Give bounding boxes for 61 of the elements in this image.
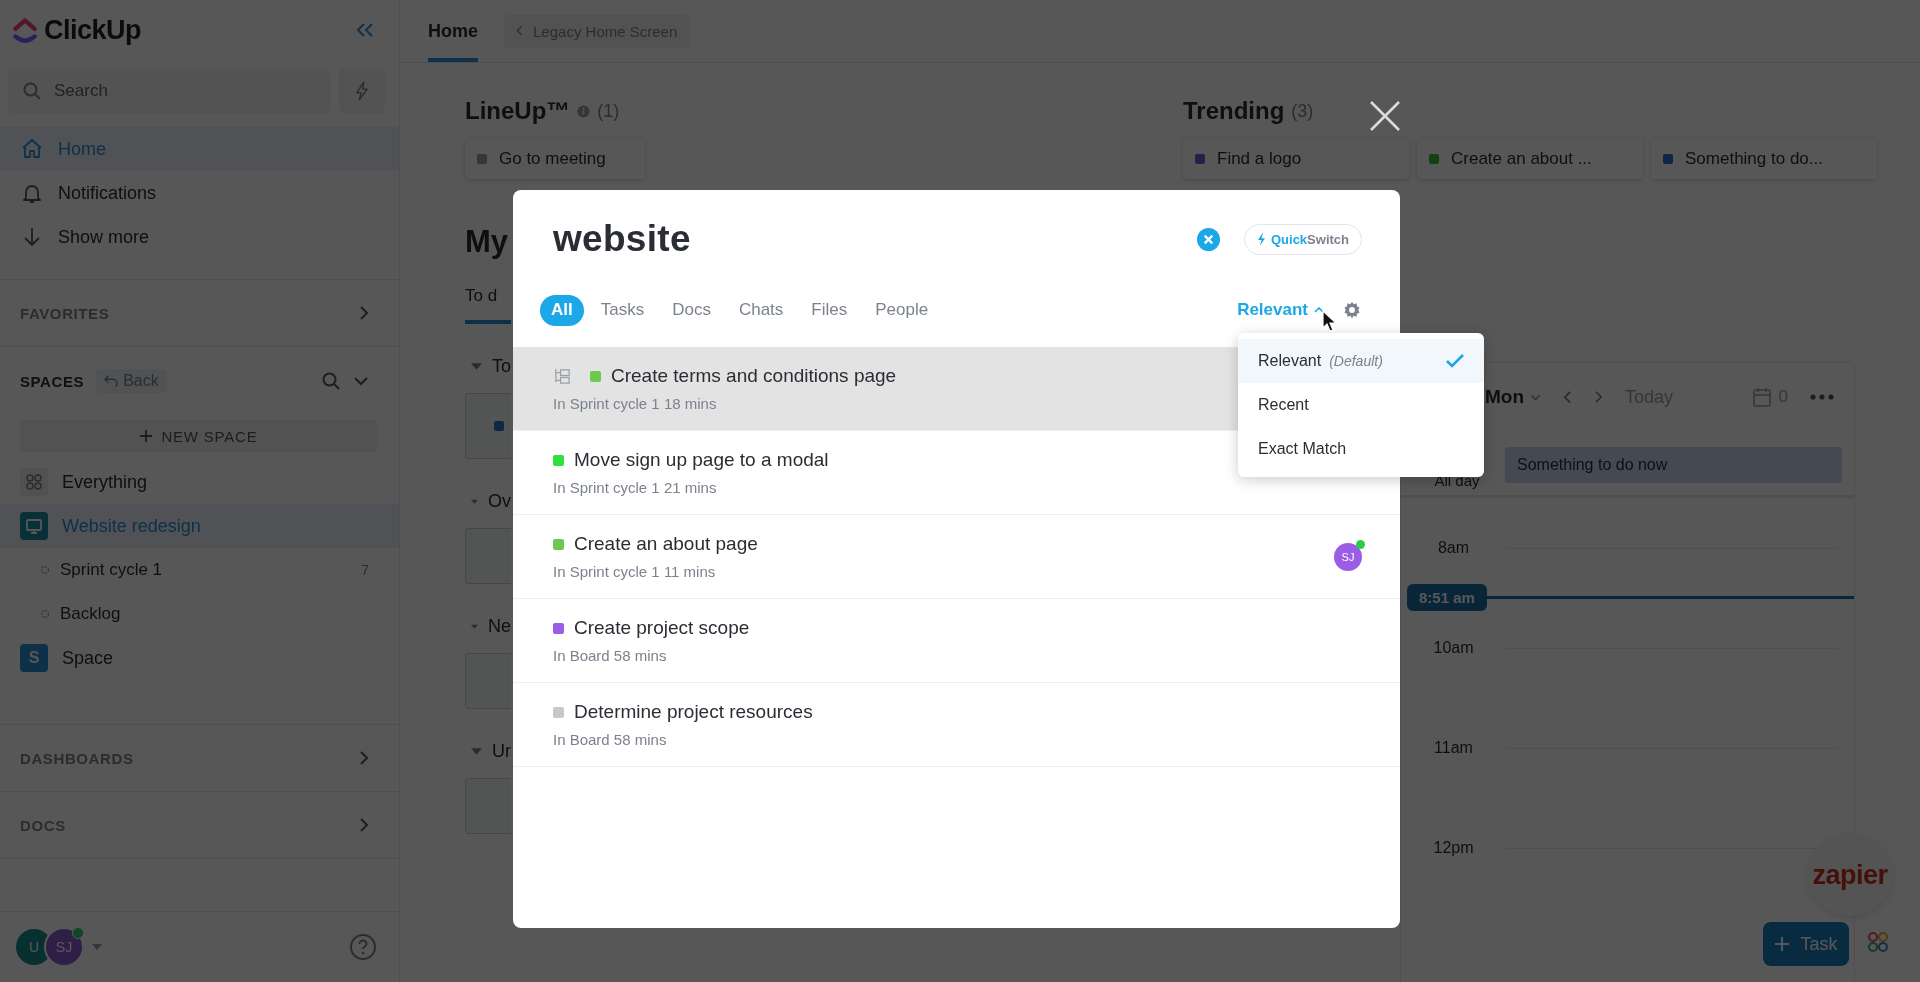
calendar-event[interactable]: Something to do now — [1505, 447, 1842, 483]
hour-label: 12pm — [1432, 839, 1475, 857]
filter-tab[interactable]: Tasks — [589, 294, 656, 326]
task-card[interactable]: Create an about ... — [1417, 139, 1643, 179]
sort-option[interactable]: Relevant (Default) — [1238, 339, 1484, 383]
new-task-button[interactable]: Task — [1763, 922, 1849, 966]
group-title: Ne — [488, 616, 511, 637]
card-title: Go to meeting — [499, 149, 606, 169]
space-item[interactable]: Website redesign — [0, 504, 399, 548]
search-result[interactable]: Create an about page In Sprint cycle 1 11 mins SJ — [513, 515, 1400, 599]
sort-button[interactable]: Relevant — [1237, 300, 1324, 320]
card-title: Something to do... — [1685, 149, 1823, 169]
nav-item[interactable]: Show more — [0, 215, 399, 259]
result-title: Create terms and conditions page — [611, 365, 897, 387]
section-title: SPACES — [20, 372, 85, 390]
space-avatar: S — [20, 644, 48, 672]
todo-tab[interactable]: To d — [465, 286, 511, 306]
result-meta: In Board 58 mins — [553, 647, 667, 664]
task-card[interactable]: Find a logo — [1183, 139, 1409, 179]
result-meta: In Sprint cycle 1 21 mins — [553, 479, 717, 496]
logo-text: ClickUp — [44, 14, 142, 46]
filter-tab[interactable]: Chats — [727, 294, 795, 326]
result-title: Create an about page — [574, 533, 758, 555]
task-card[interactable]: Go to meeting — [465, 139, 645, 179]
section-heading: My — [465, 224, 510, 260]
card-title: Create an about ... — [1451, 149, 1592, 169]
space-item[interactable]: Everything — [0, 460, 399, 504]
current-time-badge: 8:51 am — [1407, 584, 1487, 611]
card-title: Find a logo — [1217, 149, 1302, 169]
list-item[interactable]: Backlog — [40, 604, 121, 624]
search-result[interactable]: Determine project resources In Board 58 mins — [513, 683, 1400, 767]
result-title: Move sign up page to a modal — [574, 449, 829, 471]
assignee-avatar: SJ — [1334, 542, 1362, 571]
filter-tab[interactable]: Docs — [661, 294, 722, 326]
search-result[interactable]: Create project scope In Board 58 mins — [513, 599, 1400, 683]
filter-tab[interactable]: All — [540, 294, 584, 326]
home-tab[interactable]: Home — [428, 0, 478, 62]
result-meta: In Sprint cycle 1 18 mins — [553, 395, 717, 412]
space-item[interactable]: S Space — [0, 636, 399, 680]
section-heading: LineUp™ — [465, 97, 571, 125]
list-item[interactable]: Sprint cycle 1 — [40, 560, 163, 580]
result-meta: In Sprint cycle 1 11 mins — [553, 563, 716, 580]
group-title: Ur — [492, 741, 511, 762]
group-title: To — [492, 356, 511, 377]
nav-item[interactable]: Notifications — [0, 171, 399, 215]
task-card[interactable]: Something to do... — [1651, 139, 1877, 179]
section-heading: Trending — [1183, 97, 1285, 125]
day-picker[interactable]: Mon — [1485, 386, 1542, 408]
hour-label: 10am — [1432, 639, 1475, 657]
quickswitch-button[interactable]: QuickSwitch — [1243, 223, 1362, 255]
nav-item[interactable]: Home — [0, 127, 399, 171]
filter-tab[interactable]: People — [864, 294, 940, 326]
group-title: Ov — [488, 491, 511, 512]
zapier-button[interactable]: zapier — [1807, 834, 1893, 916]
result-title: Determine project resources — [574, 701, 813, 723]
hour-label: 11am — [1433, 739, 1474, 757]
search-query[interactable]: website — [553, 218, 1173, 260]
result-meta: In Board 58 mins — [553, 731, 667, 748]
hour-label: 8am — [1436, 539, 1471, 557]
filter-tab[interactable]: Files — [800, 294, 859, 326]
result-title: Create project scope — [574, 617, 750, 639]
